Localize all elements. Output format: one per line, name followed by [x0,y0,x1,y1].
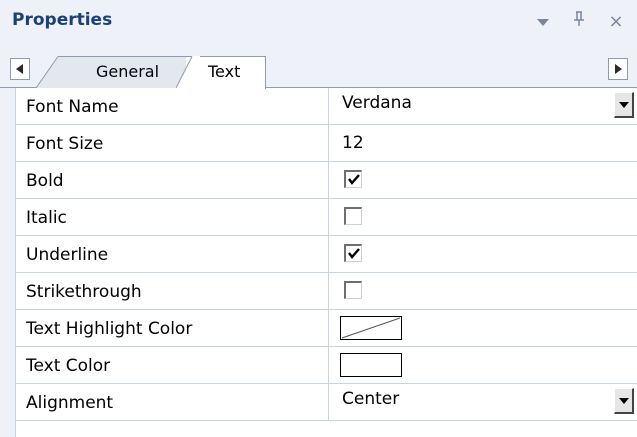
checkmark-icon [348,174,360,185]
alignment-dropdown-button[interactable] [614,388,634,414]
underline-checkbox[interactable] [344,244,362,262]
property-name: Font Name [26,97,119,117]
property-row-text-highlight-color[interactable]: Text Highlight Color [16,310,637,347]
property-grid: Font Name Verdana Font Size 12 Bold Ital… [0,88,637,437]
property-row-font-size[interactable]: Font Size 12 [16,125,637,162]
tab-general-label: General [96,62,160,81]
tab-general[interactable]: General [58,56,194,88]
column-divider [328,310,329,346]
column-divider [328,273,329,309]
property-name: Alignment [26,393,114,413]
chevron-down-icon [619,398,629,404]
grid-gutter [0,88,16,437]
alignment-value[interactable]: Center [342,384,399,420]
property-name: Strikethrough [26,282,142,302]
tab-text-edge [176,56,200,89]
dropdown-icon[interactable] [532,10,554,34]
scroll-right-button[interactable] [608,58,628,80]
scroll-left-button[interactable] [10,58,30,80]
panel-title: Properties [12,10,113,30]
column-divider [328,162,329,198]
property-name: Font Size [26,134,104,154]
text-color-swatch[interactable] [340,353,402,377]
property-row-text-color[interactable]: Text Color [16,347,637,384]
column-divider [328,347,329,383]
property-name: Bold [26,171,64,191]
column-divider [328,199,329,235]
chevron-down-icon [619,102,629,108]
triangle-right-icon [615,64,622,74]
highlight-color-swatch[interactable] [340,316,402,340]
properties-panel: Properties × General Text Font Name Verd… [0,0,637,437]
pin-icon[interactable] [568,10,590,34]
font-size-value[interactable]: 12 [342,125,364,161]
close-icon[interactable]: × [605,10,627,34]
column-divider [328,236,329,272]
property-name: Text Highlight Color [26,319,193,339]
title-bar: Properties × [0,0,637,48]
column-divider [328,125,329,161]
strikethrough-checkbox[interactable] [344,281,362,299]
column-divider [328,88,329,124]
property-name: Underline [26,245,109,265]
property-row-bold[interactable]: Bold [16,162,637,199]
column-divider [328,384,329,420]
tab-strip: General Text [0,48,637,89]
property-row-italic[interactable]: Italic [16,199,637,236]
property-row-font-name[interactable]: Font Name Verdana [16,88,637,125]
property-row-alignment[interactable]: Alignment Center [16,384,637,421]
italic-checkbox[interactable] [344,207,362,225]
property-row-underline[interactable]: Underline [16,236,637,273]
checkmark-icon [348,248,360,259]
triangle-left-icon [16,64,23,74]
tab-text-label: Text [208,62,241,81]
font-name-value[interactable]: Verdana [342,88,412,124]
no-color-icon [341,317,401,339]
property-name: Text Color [26,356,111,376]
font-name-dropdown-button[interactable] [614,92,634,118]
property-name: Italic [26,208,67,228]
bold-checkbox[interactable] [344,170,362,188]
property-row-strikethrough[interactable]: Strikethrough [16,273,637,310]
